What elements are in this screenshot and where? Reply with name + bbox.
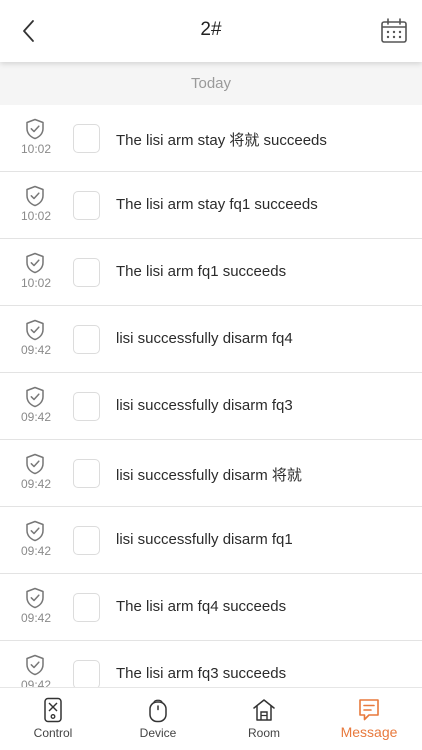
tab-label: Control [33, 726, 73, 740]
message-text: lisi successfully disarm 将就 [116, 467, 302, 484]
tab-room[interactable]: Room [219, 688, 309, 750]
message-checkbox[interactable] [73, 325, 100, 354]
message-time: 10:02 [20, 142, 52, 156]
shield-check-icon [26, 386, 44, 408]
message-text: lisi successfully disarm fq4 [116, 330, 293, 347]
date-section-header: Today [0, 62, 422, 105]
calendar-icon[interactable] [380, 17, 408, 45]
tab-device[interactable]: Device [113, 688, 203, 750]
shield-check-icon [26, 654, 44, 676]
message-row[interactable]: 09:42 lisi successfully disarm fq3 [0, 373, 422, 440]
shield-check-icon [26, 319, 44, 341]
message-time: 09:42 [20, 477, 52, 491]
message-checkbox[interactable] [73, 124, 100, 153]
shield-check-icon [26, 185, 44, 207]
message-time: 09:42 [20, 678, 52, 687]
control-remote-icon [44, 697, 62, 723]
shield-check-icon [26, 520, 44, 542]
message-time: 10:02 [20, 276, 52, 290]
tab-label: Device [139, 726, 177, 740]
tab-label: Room [247, 726, 280, 740]
message-row[interactable]: 10:02 The lisi arm fq1 succeeds [0, 239, 422, 306]
shield-check-icon [26, 252, 44, 274]
message-icon [359, 699, 379, 721]
app-header: 2# [0, 0, 422, 62]
message-row[interactable]: 09:42 lisi successfully disarm fq4 [0, 306, 422, 373]
shield-check-icon [26, 118, 44, 140]
message-row[interactable]: 09:42 lisi successfully disarm fq1 [0, 507, 422, 574]
message-time: 09:42 [20, 343, 52, 357]
message-checkbox[interactable] [73, 593, 100, 622]
shield-check-icon [26, 453, 44, 475]
message-row[interactable]: 09:42 The lisi arm fq4 succeeds [0, 574, 422, 641]
message-checkbox[interactable] [73, 392, 100, 421]
message-text: The lisi arm fq4 succeeds [116, 598, 287, 615]
message-time: 09:42 [20, 611, 52, 625]
message-text: The lisi arm stay 将就 succeeds [116, 132, 327, 149]
message-list[interactable]: 10:02 The lisi arm stay 将就 succeeds 10:0… [0, 105, 422, 687]
message-checkbox[interactable] [73, 660, 100, 687]
shield-check-icon [26, 587, 44, 609]
message-text: The lisi arm stay fq1 succeeds [116, 196, 318, 213]
message-checkbox[interactable] [73, 526, 100, 555]
tab-label: Message [340, 724, 398, 740]
message-text: lisi successfully disarm fq1 [116, 531, 293, 548]
message-text: lisi successfully disarm fq3 [116, 397, 293, 414]
bottom-tab-bar: Control Device Room Message [0, 687, 422, 750]
device-mouse-icon [149, 699, 167, 723]
message-time: 09:42 [20, 544, 52, 558]
message-row[interactable]: 10:02 The lisi arm stay fq1 succeeds [0, 172, 422, 239]
message-row[interactable]: 09:42 The lisi arm fq3 succeeds [0, 641, 422, 687]
message-checkbox[interactable] [73, 191, 100, 220]
message-time: 09:42 [20, 410, 52, 424]
message-checkbox[interactable] [73, 459, 100, 488]
room-house-icon [253, 699, 275, 721]
message-checkbox[interactable] [73, 258, 100, 287]
message-row[interactable]: 10:02 The lisi arm stay 将就 succeeds [0, 105, 422, 172]
page-title: 2# [200, 19, 222, 40]
message-text: The lisi arm fq1 succeeds [116, 263, 287, 280]
tab-message[interactable]: Message [324, 688, 414, 750]
message-row[interactable]: 09:42 lisi successfully disarm 将就 [0, 440, 422, 507]
message-text: The lisi arm fq3 succeeds [116, 665, 287, 682]
tab-control[interactable]: Control [8, 688, 98, 750]
message-time: 10:02 [20, 209, 52, 223]
